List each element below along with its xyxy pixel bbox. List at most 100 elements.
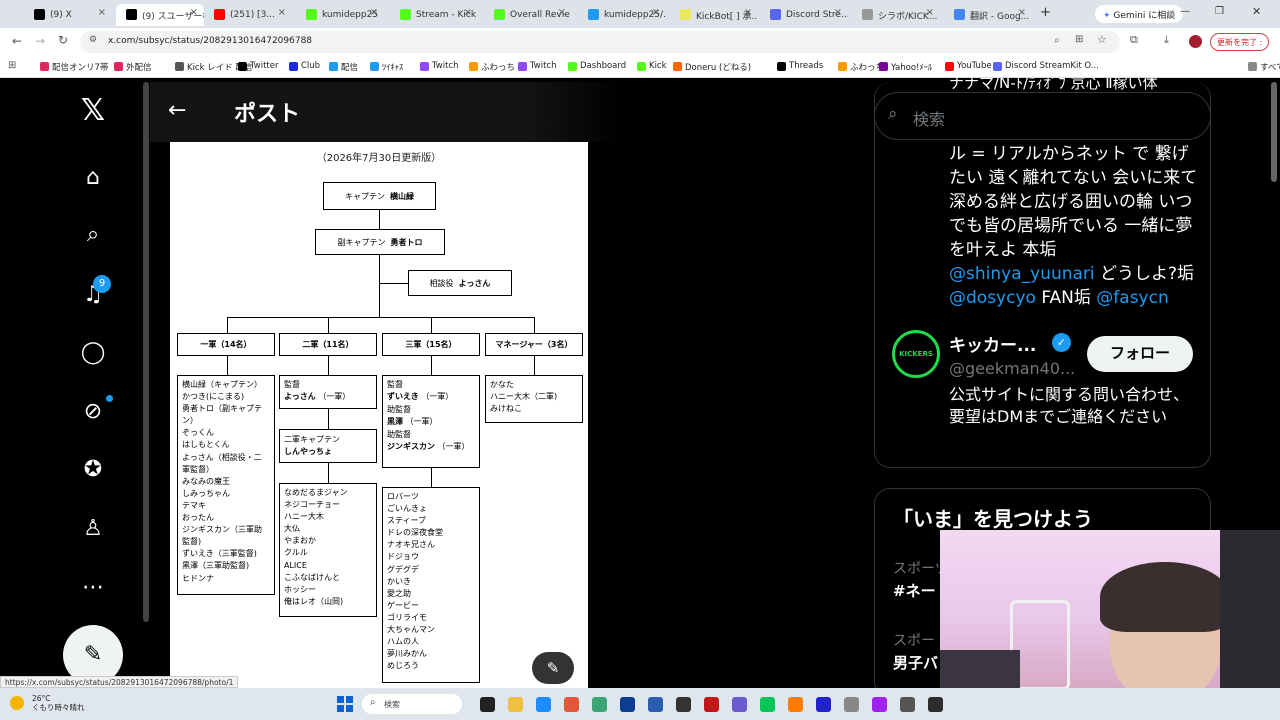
taskview-icon[interactable] [480, 697, 495, 712]
browser-tab[interactable]: 翻訳 - Goog... × [944, 4, 1032, 26]
tab-close-icon[interactable]: × [558, 7, 566, 18]
copilot-icon[interactable] [536, 697, 551, 712]
image-edit-icon[interactable]: ✎ [532, 652, 574, 684]
verified-orgs-icon[interactable]: ✪ [78, 455, 108, 485]
bookmark-item[interactable]: すべてのブックマーク [1248, 61, 1280, 73]
browser-tab[interactable]: Overall Revie × [484, 4, 572, 26]
bio-link-main[interactable]: @shinya_yuunari [949, 264, 1095, 284]
extensions-icon[interactable]: ⧉ [1130, 33, 1138, 47]
back-arrow-icon[interactable]: ← [168, 98, 186, 123]
files-icon[interactable] [508, 697, 523, 712]
address-bar[interactable]: ⚙ x.com/subsyc/status/208291301647209678… [80, 31, 1120, 53]
app-dark-icon[interactable] [900, 697, 915, 712]
chrome-icon[interactable] [592, 697, 607, 712]
app-black-icon[interactable] [928, 697, 943, 712]
back-nav-icon[interactable]: ← [12, 34, 22, 48]
app-orange-icon[interactable] [788, 697, 803, 712]
tab-close-icon[interactable]: × [834, 7, 842, 18]
new-tab-button[interactable]: + [1040, 5, 1051, 20]
browser-tab[interactable]: Discord Stre... × [760, 4, 848, 26]
download-icon[interactable]: ⤓ [1164, 33, 1169, 47]
app-purple-icon[interactable] [872, 697, 887, 712]
x-logo-icon[interactable]: 𝕏 [78, 96, 108, 126]
app-blue-icon[interactable] [816, 697, 831, 712]
org-chart-image[interactable]: （2026年7月30日更新版） キャプテン 横山緑 副キャプテン 勇者トロ 相談… [170, 142, 588, 688]
zoom-icon[interactable]: ⌕ [1054, 35, 1060, 46]
bookmark-item[interactable]: Yahoo!ﾒｰﾙ [879, 61, 932, 73]
home-icon[interactable]: ⌂ [78, 163, 108, 193]
browser-tab[interactable]: Stream - Kick × [390, 4, 478, 26]
apps-grid-icon[interactable]: ⊞ [8, 60, 16, 71]
bookmark-item[interactable]: Twitch [518, 61, 557, 71]
trend-item[interactable]: 男子バ [893, 652, 938, 673]
bookmark-item[interactable]: 配信オンリ7帯 [40, 61, 108, 73]
bookmark-item[interactable]: YouTube [945, 61, 992, 71]
grok-icon[interactable]: ⊘ [78, 397, 108, 427]
messages-icon[interactable]: ◯ [78, 338, 108, 368]
app-red-icon[interactable] [704, 697, 719, 712]
bio-link-dosycyo[interactable]: @dosycyo [949, 288, 1036, 308]
browser-tab[interactable]: KickBot[ ] 承... × [670, 4, 758, 26]
tab-close-icon[interactable]: × [370, 7, 378, 18]
bookmark-item[interactable]: ふわっち [469, 61, 515, 73]
browser-tab[interactable]: シラボ/KICK... × [852, 4, 940, 26]
search-input[interactable]: 検索 [874, 92, 1211, 140]
edge-icon[interactable] [620, 697, 635, 712]
tab-close-icon[interactable]: × [1018, 7, 1026, 18]
tab-close-icon[interactable]: × [744, 7, 752, 18]
gemini-button[interactable]: ✦ Gemini に相談 [1095, 5, 1184, 23]
left-scrollbar[interactable] [143, 82, 149, 622]
forward-nav-icon[interactable]: → [35, 34, 45, 48]
bookmark-item[interactable]: ﾂｲｷｬｽ [370, 61, 403, 73]
reload-icon[interactable]: ↻ [58, 33, 68, 47]
taskbar-search[interactable]: ⌕ 検索 [362, 694, 462, 714]
obs-icon[interactable] [676, 697, 691, 712]
bookmark-item[interactable]: 外配信 [114, 61, 152, 73]
bio-link-fan[interactable]: @fasycn [1096, 288, 1168, 308]
tab-close-icon[interactable]: × [926, 7, 934, 18]
tab-close-icon[interactable]: × [464, 7, 472, 18]
browser-tab[interactable]: (9) X × [24, 4, 112, 26]
bio-text-2: どうしよ?垢 [1094, 264, 1195, 284]
bookmark-item[interactable]: Doneru (どねる) [673, 61, 751, 73]
right-scrollbar[interactable] [1271, 82, 1277, 182]
update-button[interactable]: 更新を完了 : [1210, 33, 1270, 51]
bookmark-item[interactable]: Threads [777, 61, 823, 71]
suggested-account-name[interactable]: キッカー... [949, 331, 1036, 356]
follow-button[interactable]: フォロー [1087, 336, 1193, 372]
trend-item[interactable]: #ネー [893, 580, 936, 601]
bookmark-item[interactable]: ふわっち [838, 61, 884, 73]
bookmark-item[interactable]: Twitter [238, 61, 279, 71]
minimize-button[interactable]: — [1180, 6, 1190, 17]
more-icon[interactable]: ⋯ [78, 573, 108, 603]
windows-start-icon[interactable] [337, 696, 353, 712]
discord-icon[interactable] [732, 697, 747, 712]
search-nav-icon[interactable]: ⌕ [78, 220, 108, 250]
bookmark-item[interactable]: Discord StreamKit O... [993, 61, 1099, 71]
bookmark-item[interactable]: Kick [637, 61, 667, 71]
bookmark-item[interactable]: Dashboard [568, 61, 626, 71]
bookmark-item[interactable]: Twitch [420, 61, 459, 71]
bookmark-star-icon[interactable]: ☆ [1097, 33, 1107, 46]
install-icon[interactable]: ⊞ [1075, 34, 1083, 45]
maximize-button[interactable]: ❐ [1215, 6, 1224, 17]
line-icon[interactable] [760, 697, 775, 712]
teams-icon[interactable] [564, 697, 579, 712]
profile-avatar[interactable] [1189, 35, 1202, 48]
browser-tab[interactable]: (9) スユーザー様...× [116, 4, 204, 26]
browser-tab[interactable]: (251) [3... × [204, 4, 292, 26]
bookmark-item[interactable]: 配信 [329, 61, 358, 73]
weather-widget[interactable]: 26°C くもり時々晴れ [32, 694, 85, 712]
app-gray-icon[interactable] [844, 697, 859, 712]
bookmark-item[interactable]: Club [289, 61, 320, 71]
tab-close-icon[interactable]: × [278, 7, 286, 18]
steam-icon[interactable] [648, 697, 663, 712]
browser-tab[interactable]: kumidepp25/... × [578, 4, 666, 26]
tab-close-icon[interactable]: × [190, 7, 198, 18]
suggested-account-avatar[interactable]: KICKERS [892, 330, 940, 378]
profile-icon[interactable]: ♙ [78, 514, 108, 544]
browser-tab[interactable]: kumidepp25 × [296, 4, 384, 26]
tab-close-icon[interactable]: × [98, 7, 106, 18]
close-window-button[interactable]: ✕ [1252, 5, 1261, 18]
tab-close-icon[interactable]: × [652, 7, 660, 18]
